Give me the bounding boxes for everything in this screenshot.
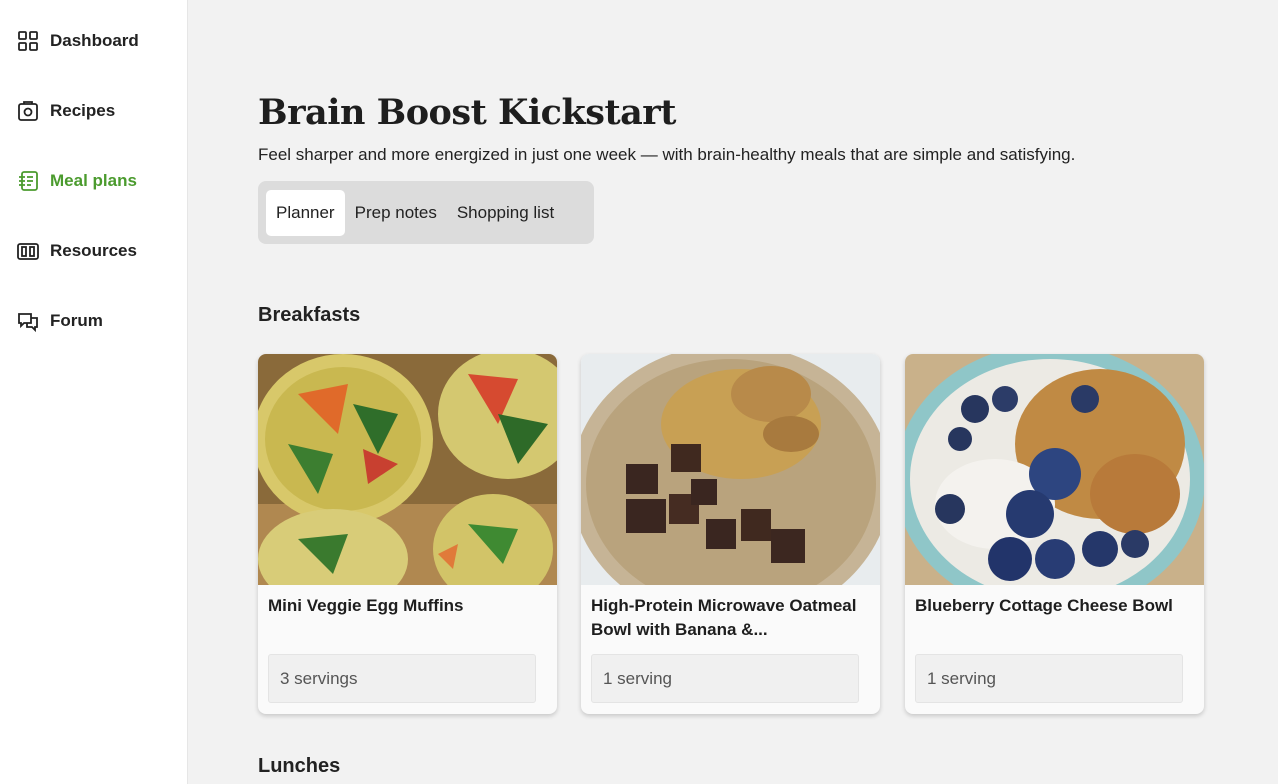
section-title-breakfasts: Breakfasts: [258, 304, 361, 326]
tab-prep-notes[interactable]: Prep notes: [345, 190, 447, 236]
forum-icon: [16, 309, 40, 333]
blueberry-bowl-photo: [905, 354, 1204, 585]
meal-plans-icon: [16, 169, 40, 193]
recipes-icon: [16, 99, 40, 123]
sidebar-item-dashboard[interactable]: Dashboard: [16, 25, 139, 57]
servings-field[interactable]: 3 servings: [268, 654, 536, 703]
recipe-card-title: Blueberry Cottage Cheese Bowl: [915, 596, 1173, 615]
sidebar-item-label: Recipes: [50, 101, 116, 120]
dashboard-icon: [16, 29, 40, 53]
sidebar: Dashboard Recipes Meal plans Resources F…: [0, 0, 188, 784]
sidebar-item-recipes[interactable]: Recipes: [16, 95, 115, 127]
recipe-card[interactable]: Blueberry Cottage Cheese Bowl 1 serving: [905, 354, 1204, 714]
sidebar-item-label: Resources: [50, 241, 137, 260]
servings-field[interactable]: 1 serving: [915, 654, 1183, 703]
sidebar-item-resources[interactable]: Resources: [16, 235, 137, 267]
recipe-card[interactable]: High-Protein Microwave Oatmeal Bowl with…: [581, 354, 880, 714]
recipe-card-title: High-Protein Microwave Oatmeal Bowl with…: [591, 596, 857, 639]
sidebar-item-label: Dashboard: [50, 31, 139, 50]
sidebar-item-meal-plans[interactable]: Meal plans: [16, 165, 137, 197]
tab-planner[interactable]: Planner: [266, 189, 345, 236]
sidebar-item-label: Meal plans: [50, 171, 137, 190]
tab-shopping-list[interactable]: Shopping list: [447, 190, 564, 236]
oatmeal-bowl-photo: [581, 354, 880, 585]
recipe-card-title: Mini Veggie Egg Muffins: [268, 596, 464, 615]
egg-muffins-photo: [258, 354, 557, 585]
page-subtitle: Feel sharper and more energized in just …: [258, 145, 1076, 164]
recipe-card[interactable]: Mini Veggie Egg Muffins 3 servings: [258, 354, 557, 714]
main-content: Brain Boost Kickstart Feel sharper and m…: [188, 0, 1278, 784]
tab-bar: Planner Prep notes Shopping list: [258, 181, 594, 244]
sidebar-item-forum[interactable]: Forum: [16, 305, 103, 337]
section-title-lunches: Lunches: [258, 755, 341, 777]
page-title: Brain Boost Kickstart: [258, 92, 676, 133]
servings-field[interactable]: 1 serving: [591, 654, 859, 703]
sidebar-item-label: Forum: [50, 311, 103, 330]
resources-icon: [16, 239, 40, 263]
